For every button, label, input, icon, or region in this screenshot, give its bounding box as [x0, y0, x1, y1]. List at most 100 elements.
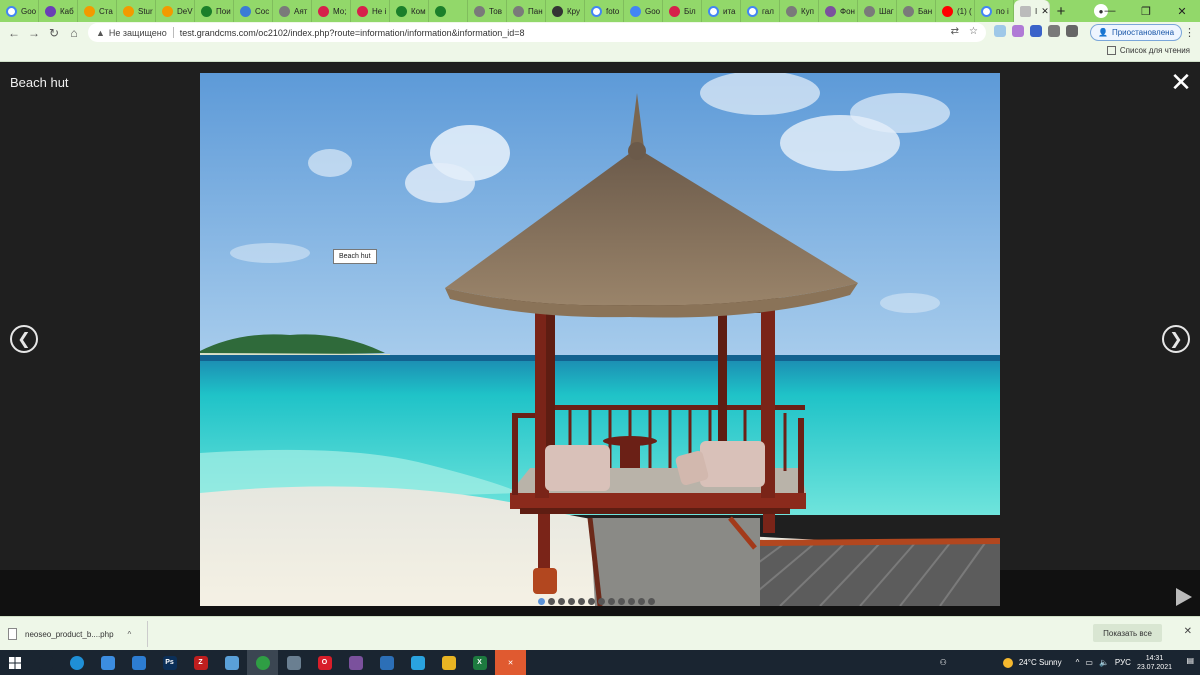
- slide-dot[interactable]: [598, 598, 605, 605]
- sync-paused-button[interactable]: 👤 Приостановлена: [1090, 24, 1183, 41]
- taskbar-app[interactable]: [30, 650, 61, 675]
- beach-hut-photo: [200, 73, 1000, 606]
- new-tab-button[interactable]: +: [1050, 0, 1072, 22]
- people-icon[interactable]: ⚇: [940, 658, 947, 667]
- browser-tab[interactable]: Бан: [897, 0, 936, 22]
- puzzle-icon[interactable]: [1066, 25, 1078, 37]
- browser-tab[interactable]: (1) (: [936, 0, 975, 22]
- tab-label: Goo: [645, 6, 661, 16]
- viber-icon: [825, 5, 836, 17]
- next-slide-button[interactable]: ❯: [1162, 325, 1190, 353]
- taskbar-app[interactable]: [340, 650, 371, 675]
- prev-slide-button[interactable]: ❮: [10, 325, 38, 353]
- taskbar-app[interactable]: ✕: [495, 650, 526, 675]
- close-tab-icon[interactable]: ✕: [1041, 6, 1049, 17]
- google-icon: [747, 5, 758, 17]
- address-bar[interactable]: ▲ Не защищено test.grandcms.com/oc2102/i…: [88, 23, 986, 42]
- taskbar-app[interactable]: Ps: [154, 650, 185, 675]
- tray-chevron-icon[interactable]: ^: [1076, 658, 1080, 667]
- reading-list-button[interactable]: Список для чтения: [1106, 46, 1190, 55]
- slide-dot[interactable]: [648, 598, 655, 605]
- browser-tab[interactable]: Шаг: [858, 0, 897, 22]
- opera-icon: [669, 5, 680, 17]
- browser-tab[interactable]: Мо;: [312, 0, 351, 22]
- browser-tab[interactable]: Ком: [390, 0, 429, 22]
- browser-tab[interactable]: Stur: [117, 0, 156, 22]
- browser-tab[interactable]: Фон: [819, 0, 858, 22]
- slide-dot[interactable]: [608, 598, 615, 605]
- slide-dot[interactable]: [618, 598, 625, 605]
- play-slideshow-icon[interactable]: [1176, 588, 1192, 606]
- browser-tab[interactable]: Каб: [39, 0, 78, 22]
- taskbar-app[interactable]: [92, 650, 123, 675]
- browser-tab[interactable]: Goo: [624, 0, 663, 22]
- user-icon: 👤: [1098, 28, 1108, 37]
- bookmark-star-icon[interactable]: ☆: [969, 26, 978, 37]
- clock[interactable]: 14:31 23.07.2021: [1137, 654, 1172, 672]
- slide-dot[interactable]: [628, 598, 635, 605]
- close-icon[interactable]: ✕: [1168, 69, 1194, 95]
- notifications-icon[interactable]: ▤: [1186, 656, 1194, 665]
- browser-tab[interactable]: Аят: [273, 0, 312, 22]
- taskbar-app[interactable]: [433, 650, 464, 675]
- chevron-up-icon[interactable]: ^: [128, 630, 132, 639]
- sync-paused-label: Приостановлена: [1111, 28, 1175, 37]
- translate-icon[interactable]: ⇄: [951, 26, 959, 37]
- taskbar-app[interactable]: X: [464, 650, 495, 675]
- browser-tab[interactable]: Ста: [78, 0, 117, 22]
- taskbar-app[interactable]: [402, 650, 433, 675]
- browser-tab[interactable]: Не і: [351, 0, 390, 22]
- taskbar-app[interactable]: [61, 650, 92, 675]
- active-browser-tab[interactable]: I ✕: [1014, 0, 1050, 22]
- browser-tab[interactable]: [429, 0, 468, 22]
- browser-tab[interactable]: Сос: [234, 0, 273, 22]
- youtube-icon: [942, 5, 953, 17]
- taskbar-app[interactable]: [371, 650, 402, 675]
- taskbar-app[interactable]: Z: [185, 650, 216, 675]
- browser-tab[interactable]: foto: [585, 0, 624, 22]
- browser-tab[interactable]: Куп: [780, 0, 819, 22]
- weather-label[interactable]: 24°C Sunny: [1019, 658, 1062, 667]
- browser-tab[interactable]: DeV: [156, 0, 195, 22]
- slide-dot[interactable]: [578, 598, 585, 605]
- extension-icon[interactable]: [1030, 25, 1042, 37]
- close-window-button[interactable]: ✕: [1164, 0, 1200, 22]
- reload-button[interactable]: ↻: [44, 23, 64, 43]
- browser-tab[interactable]: Біл: [663, 0, 702, 22]
- maximize-button[interactable]: ❐: [1128, 0, 1164, 22]
- browser-tab[interactable]: гал: [741, 0, 780, 22]
- network-icon[interactable]: ▭: [1085, 658, 1093, 667]
- browser-tab[interactable]: Пои: [195, 0, 234, 22]
- close-download-bar-icon[interactable]: ✕: [1184, 626, 1192, 637]
- slide-dot[interactable]: [548, 598, 555, 605]
- taskbar-app[interactable]: [123, 650, 154, 675]
- back-button[interactable]: ←: [4, 23, 24, 43]
- slide-dot[interactable]: [558, 598, 565, 605]
- forward-button[interactable]: →: [24, 23, 44, 43]
- browser-tab[interactable]: Пан: [507, 0, 546, 22]
- browser-tab[interactable]: Goo: [0, 0, 39, 22]
- kebab-menu-icon[interactable]: ⋮: [1184, 26, 1195, 39]
- browser-tab[interactable]: ита: [702, 0, 741, 22]
- extension-icon[interactable]: [1012, 25, 1024, 37]
- extension-icon[interactable]: [1048, 25, 1060, 37]
- download-item[interactable]: neoseo_product_b....php ^: [8, 621, 148, 647]
- minimize-button[interactable]: —: [1092, 0, 1128, 22]
- taskbar-app[interactable]: O: [309, 650, 340, 675]
- slide-dot[interactable]: [568, 598, 575, 605]
- start-button[interactable]: [0, 650, 30, 675]
- home-button[interactable]: ⌂: [64, 23, 84, 43]
- taskbar-app[interactable]: [216, 650, 247, 675]
- browser-tab[interactable]: по і: [975, 0, 1014, 22]
- slide-dot[interactable]: [588, 598, 595, 605]
- extension-icon[interactable]: [994, 25, 1006, 37]
- volume-icon[interactable]: 🔈: [1099, 658, 1109, 667]
- browser-tab[interactable]: Кру: [546, 0, 585, 22]
- taskbar-app[interactable]: [247, 650, 278, 675]
- language-indicator[interactable]: РУС: [1115, 658, 1131, 667]
- slide-dot[interactable]: [538, 598, 545, 605]
- browser-tab[interactable]: Тов: [468, 0, 507, 22]
- slide-dot[interactable]: [638, 598, 645, 605]
- taskbar-app[interactable]: [278, 650, 309, 675]
- show-all-downloads-button[interactable]: Показать все: [1093, 624, 1162, 642]
